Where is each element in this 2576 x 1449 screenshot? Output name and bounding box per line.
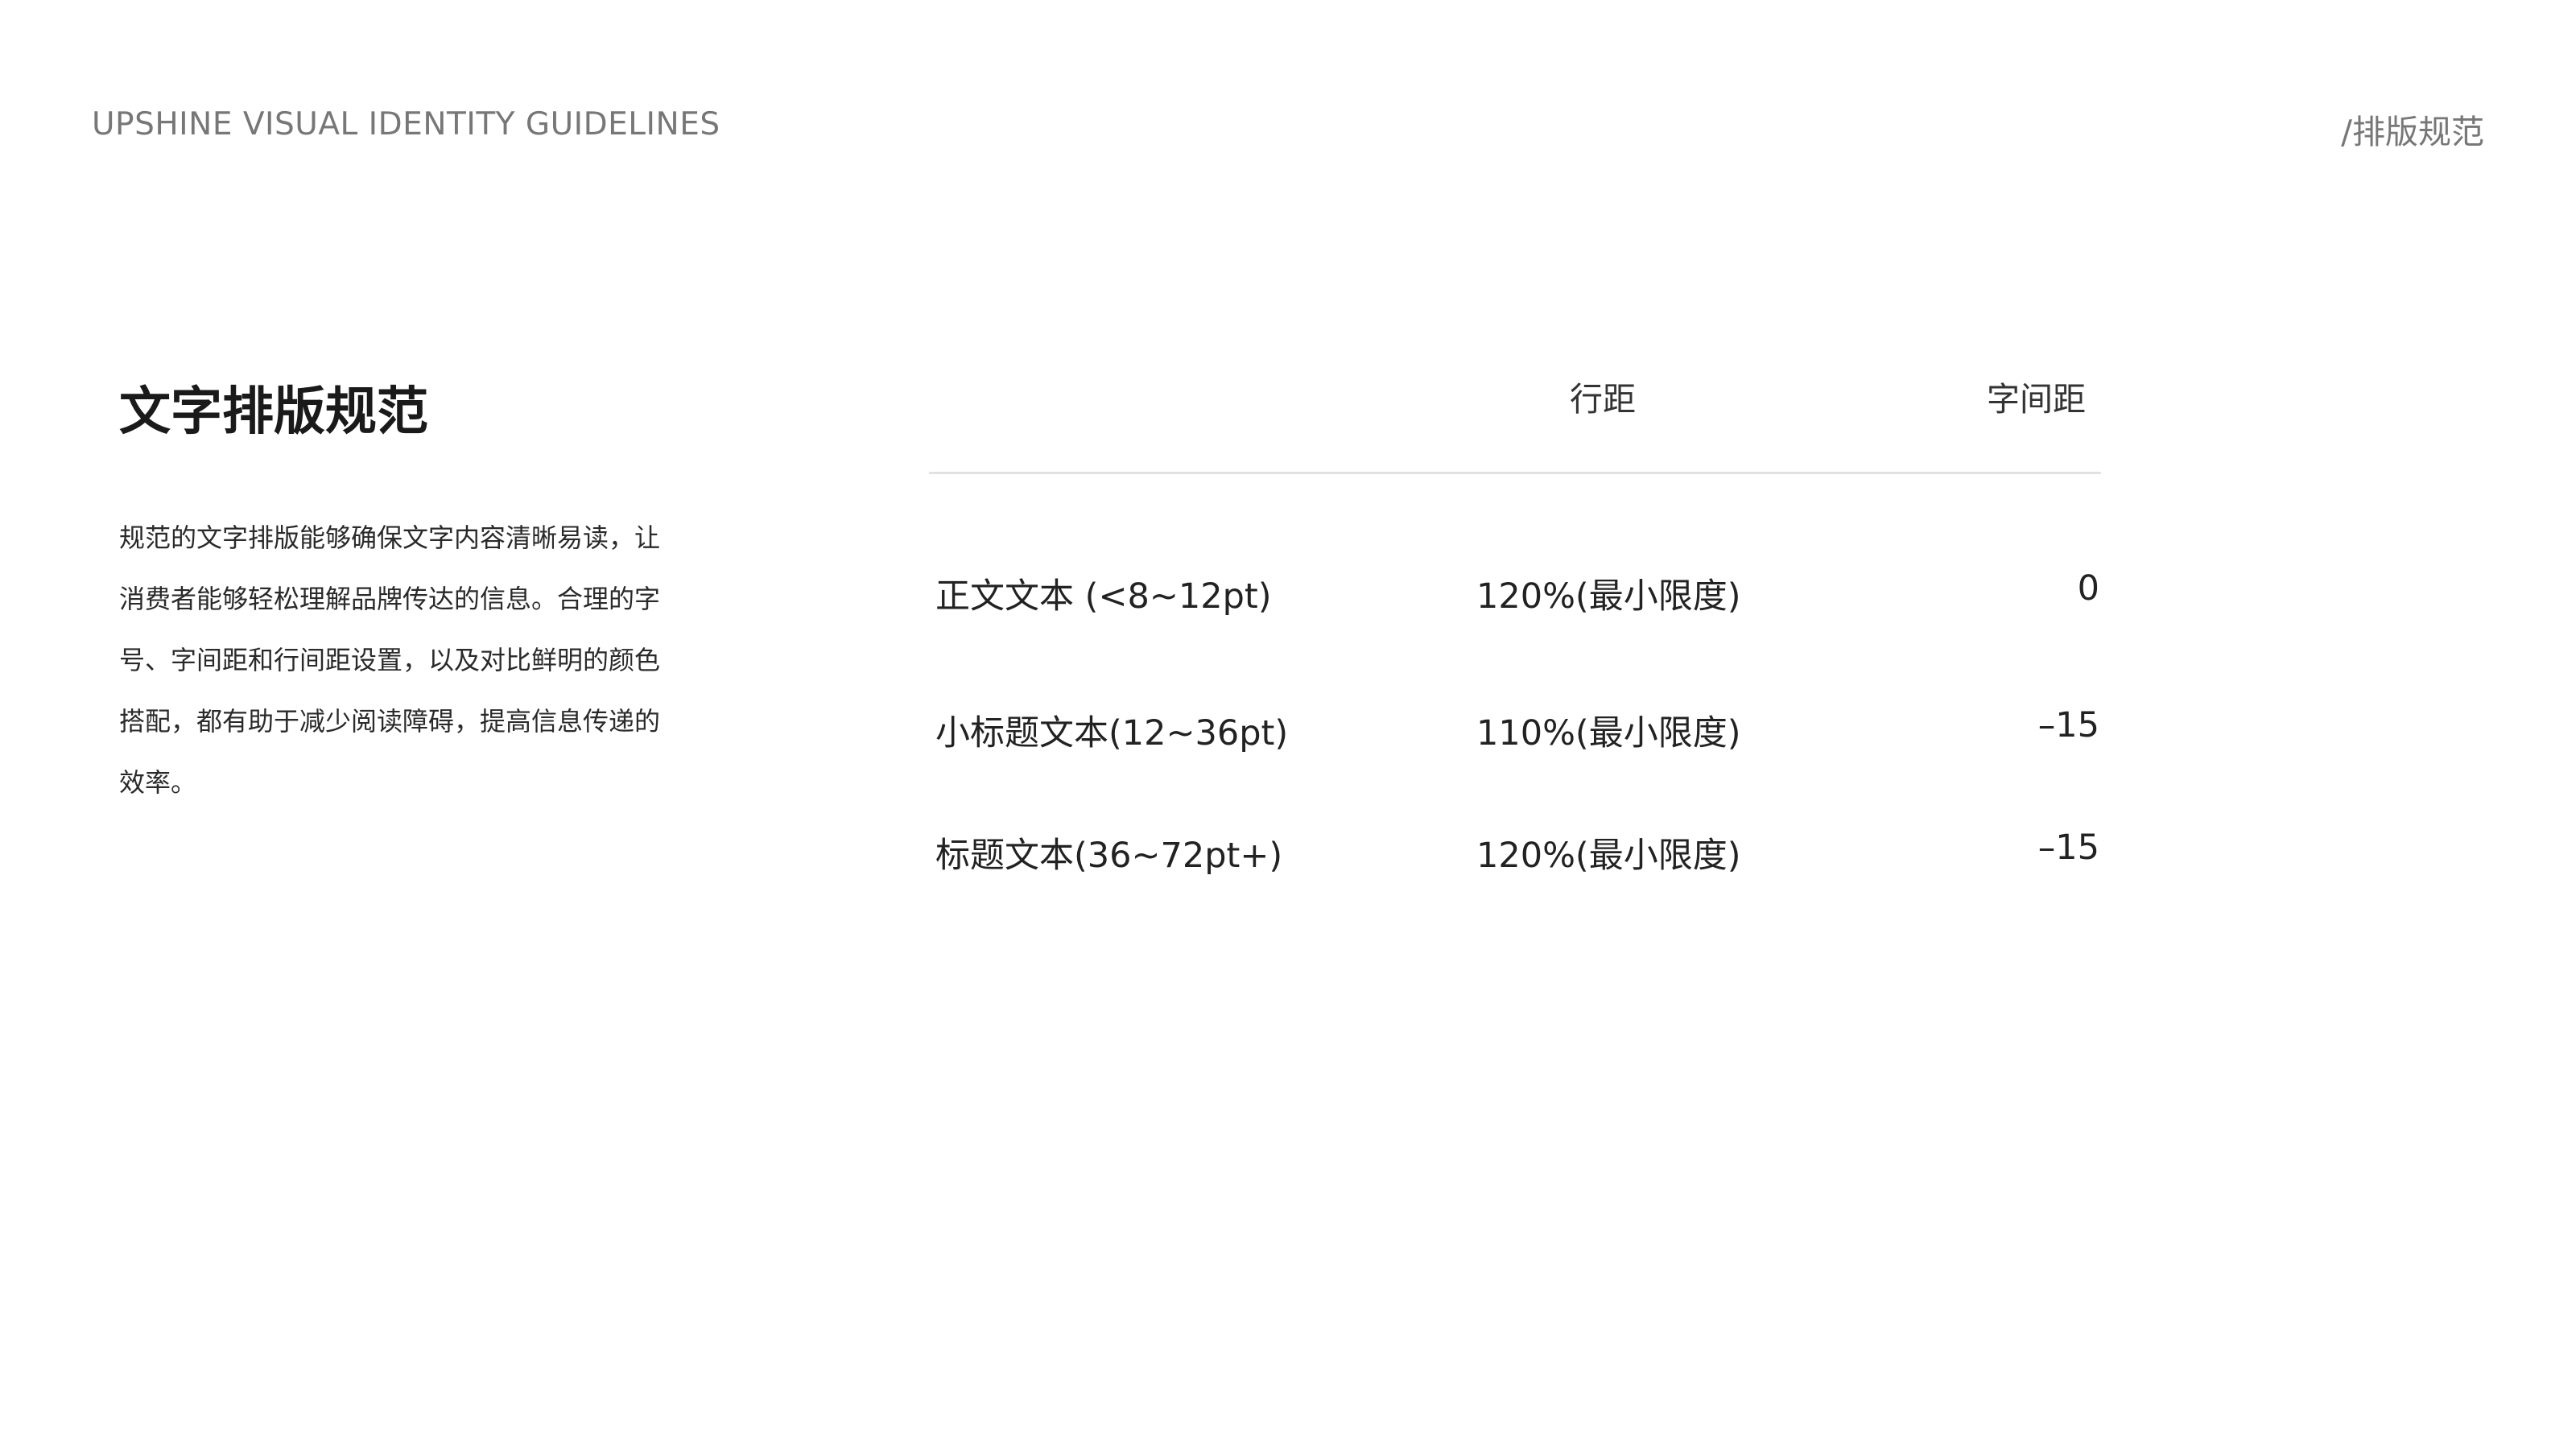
line-spacing-cell: 110%(最小限度) [1476,713,1741,753]
text-type-cell: 正文文本 (<8~12pt) [935,576,1272,617]
table-row: 正文文本 (<8~12pt) 120%(最小限度) 0 [0,568,2576,617]
section-label: /排版规范 [2341,113,2484,151]
table-divider [929,472,2101,474]
text-type-cell: 标题文本(36~72pt+) [935,836,1283,876]
brand-guidelines-title: UPSHINE VISUAL IDENTITY GUIDELINES [92,106,720,142]
tracking-cell: –15 [2037,705,2099,745]
line-spacing-cell: 120%(最小限度) [1476,576,1741,617]
page-title: 文字排版规范 [119,382,428,442]
tracking-cell: –15 [2037,828,2099,868]
table-row: 小标题文本(12~36pt) 110%(最小限度) –15 [0,705,2576,753]
table-row: 标题文本(36~72pt+) 120%(最小限度) –15 [0,828,2576,876]
text-type-cell: 小标题文本(12~36pt) [935,713,1289,753]
column-header-line-spacing: 行距 [1570,380,1636,419]
description-text: 规范的文字排版能够确保文字内容清晰易读，让消费者能够轻松理解品牌传达的信息。合理… [119,522,661,798]
tracking-cell: 0 [2077,568,2099,609]
column-header-tracking: 字间距 [1987,380,2086,419]
line-spacing-cell: 120%(最小限度) [1476,836,1741,876]
